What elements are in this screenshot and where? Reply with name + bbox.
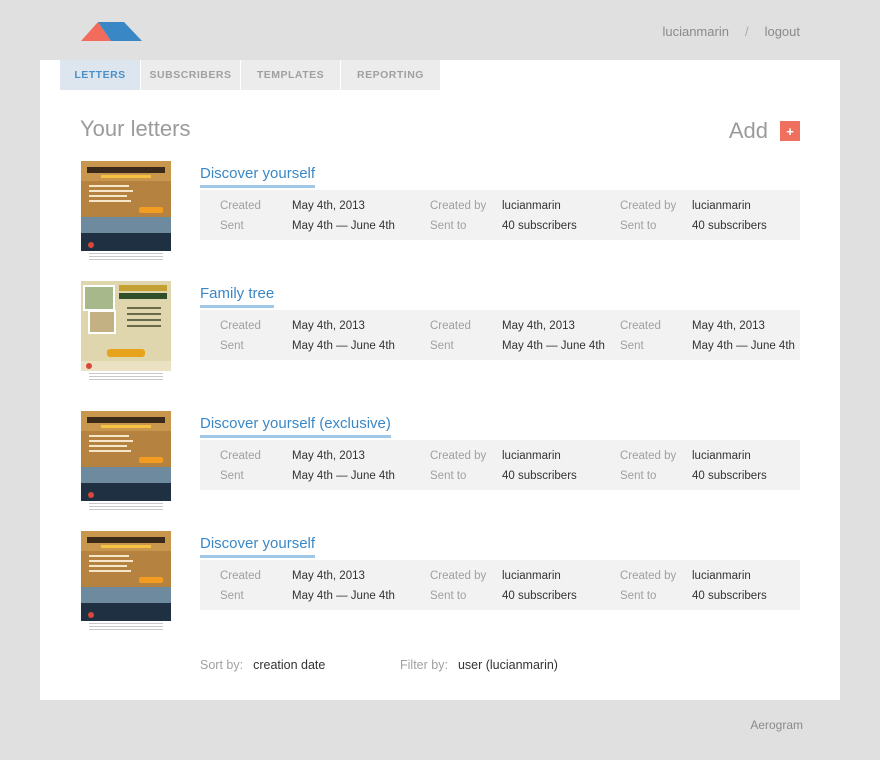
meta-value: May 4th — June 4th (292, 590, 395, 602)
meta-value: lucianmarin (692, 570, 751, 582)
user-bar-separator: / (744, 24, 749, 39)
meta-value: May 4th, 2013 (292, 200, 365, 212)
filter-select[interactable]: user (lucianmarin) (458, 658, 558, 672)
meta-label: Sent (220, 590, 244, 602)
meta-value: lucianmarin (692, 450, 751, 462)
meta-label: Created (430, 320, 471, 332)
add-letter[interactable]: Add + (729, 118, 800, 144)
sort-group: Sort by: creation date (200, 658, 400, 672)
meta-label: Sent to (620, 220, 657, 232)
meta-value: 40 subscribers (502, 470, 577, 482)
meta-value: 40 subscribers (692, 220, 767, 232)
tab-subscribers[interactable]: Subscribers (141, 60, 240, 90)
meta-value: 40 subscribers (502, 220, 577, 232)
meta-value: May 4th, 2013 (292, 320, 365, 332)
meta-label: Sent to (620, 590, 657, 602)
meta-label: Sent (220, 470, 244, 482)
filter-label: Filter by: (400, 658, 448, 672)
user-bar: lucianmarin / logout (662, 24, 800, 39)
letter-row[interactable]: Discover yourself Created May 4th, 2013 Cre… (80, 531, 800, 635)
meta-label: Sent (430, 340, 454, 352)
letter-title[interactable]: Discover yourself (200, 165, 316, 188)
username-link[interactable]: lucianmarin (662, 24, 728, 39)
meta-label: Sent to (430, 590, 467, 602)
meta-label: Sent to (430, 470, 467, 482)
meta-value: May 4th, 2013 (502, 320, 575, 332)
letter-row[interactable]: Discover yourself Created May 4th, 2013 Cre… (80, 161, 800, 265)
letter-title[interactable]: Discover yourself (200, 535, 316, 558)
letter-meta: Created May 4th, 2013 Created by lucianmari… (200, 440, 800, 490)
meta-label: Created by (430, 570, 487, 582)
meta-value: 40 subscribers (692, 590, 767, 602)
meta-value: May 4th — June 4th (692, 340, 795, 352)
meta-label: Sent to (430, 220, 467, 232)
letter-row[interactable]: Family tree Created May 4th, 2013 Created Ma… (80, 281, 800, 385)
letter-meta: Created May 4th, 2013 Created by lucianmari… (200, 190, 800, 240)
meta-label: Created by (620, 450, 677, 462)
thumbnail-footer (89, 623, 163, 631)
family-tree-thumbnail (81, 281, 171, 371)
discover-yourself-thumbnail (81, 531, 171, 621)
meta-label: Created (220, 320, 261, 332)
meta-value: May 4th — June 4th (292, 340, 395, 352)
plus-icon[interactable]: + (780, 121, 800, 141)
meta-label: Created by (430, 200, 487, 212)
meta-value: May 4th — June 4th (292, 220, 395, 232)
meta-value: May 4th, 2013 (292, 450, 365, 462)
tab-reporting[interactable]: Reporting (341, 60, 440, 90)
add-label[interactable]: Add (729, 118, 768, 144)
meta-value: May 4th, 2013 (692, 320, 765, 332)
sort-select[interactable]: creation date (253, 658, 325, 672)
letter-thumbnail[interactable] (81, 281, 171, 383)
meta-label: Created (620, 320, 661, 332)
meta-value: lucianmarin (502, 450, 561, 462)
filter-group: Filter by: user (lucianmarin) (400, 658, 600, 672)
letter-meta: Created May 4th, 2013 Created May 4th, 2013… (200, 310, 800, 360)
logout-link[interactable]: logout (765, 24, 800, 39)
footer-brand[interactable]: Aerogram (750, 718, 803, 732)
meta-label: Created (220, 570, 261, 582)
meta-label: Sent (220, 340, 244, 352)
sort-filter-bar: Sort by: creation date Filter by: user (… (200, 658, 600, 672)
meta-value: lucianmarin (692, 200, 751, 212)
letter-title[interactable]: Family tree (200, 285, 275, 308)
meta-value: 40 subscribers (692, 470, 767, 482)
letter-thumbnail[interactable] (81, 161, 171, 263)
thumbnail-footer (89, 503, 163, 511)
meta-label: Created (220, 450, 261, 462)
meta-value: 40 subscribers (502, 590, 577, 602)
meta-label: Created by (620, 570, 677, 582)
meta-value: lucianmarin (502, 200, 561, 212)
tab-letters[interactable]: Letters (60, 60, 140, 90)
letter-thumbnail[interactable] (81, 531, 171, 633)
meta-label: Created by (430, 450, 487, 462)
meta-value: May 4th — June 4th (292, 470, 395, 482)
letter-title[interactable]: Discover yourself (exclusive) (200, 415, 391, 438)
letter-row[interactable]: Discover yourself (exclusive) Created May … (80, 411, 800, 515)
sort-label: Sort by: (200, 658, 244, 672)
letter-meta: Created May 4th, 2013 Created by lucianmari… (200, 560, 800, 610)
thumbnail-footer (89, 373, 163, 381)
meta-label: Sent (220, 220, 244, 232)
meta-value: May 4th, 2013 (292, 570, 365, 582)
meta-label: Created by (620, 200, 677, 212)
meta-label: Created (220, 200, 261, 212)
meta-value: lucianmarin (502, 570, 561, 582)
main-tabs: Letters Subscribers Templates Reporting (60, 60, 441, 90)
discover-yourself-thumbnail (81, 161, 171, 251)
aerogram-logo[interactable] (81, 20, 142, 41)
tab-templates[interactable]: Templates (241, 60, 340, 90)
discover-yourself-thumbnail (81, 411, 171, 501)
meta-label: Sent (620, 340, 644, 352)
page-title: Your letters (80, 116, 191, 141)
letter-thumbnail[interactable] (81, 411, 171, 513)
main-panel: Letters Subscribers Templates Reporting … (40, 60, 840, 700)
thumbnail-footer (89, 253, 163, 261)
meta-value: May 4th — June 4th (502, 340, 605, 352)
meta-label: Sent to (620, 470, 657, 482)
